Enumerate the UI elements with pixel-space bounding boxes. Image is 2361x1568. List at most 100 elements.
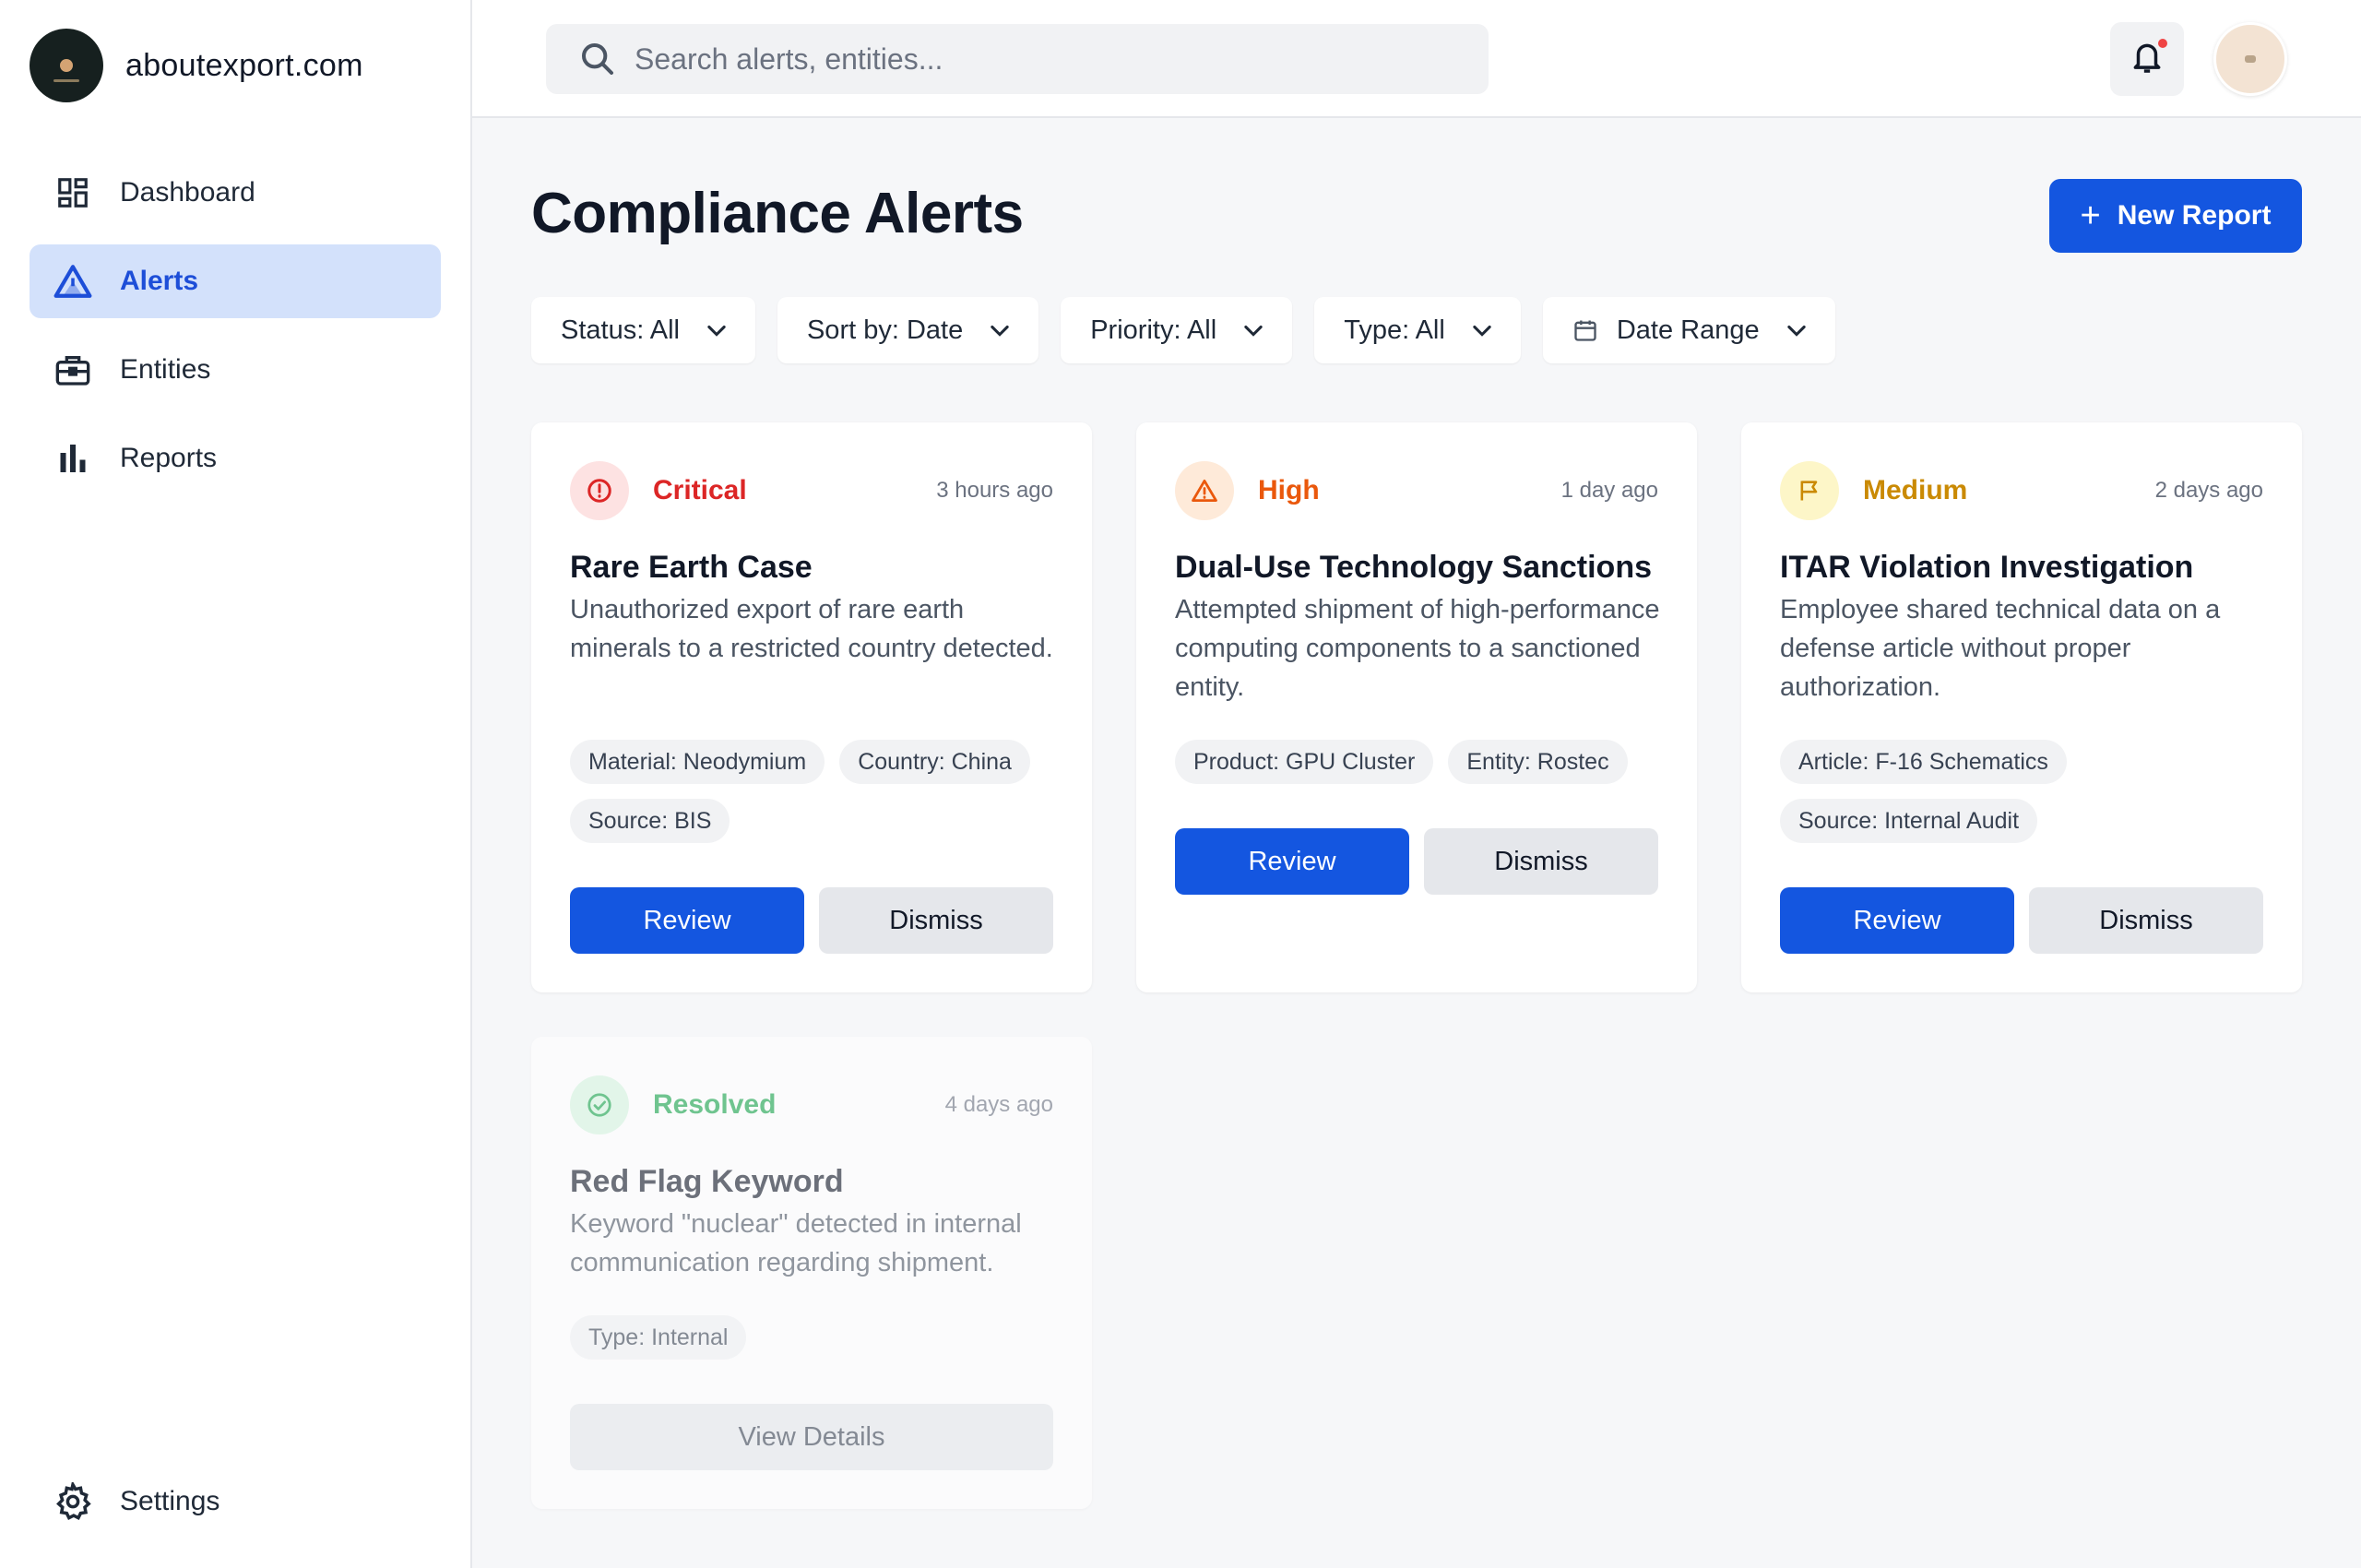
sidebar-item-entities[interactable]: Entities xyxy=(30,333,441,407)
dismiss-button[interactable]: Dismiss xyxy=(819,887,1053,954)
plus-icon: + xyxy=(2080,196,2101,235)
review-button[interactable]: Review xyxy=(1780,887,2014,954)
user-avatar[interactable] xyxy=(2213,22,2287,96)
type-filter[interactable]: Type: All xyxy=(1314,297,1521,363)
review-button[interactable]: Review xyxy=(570,887,804,954)
chevron-down-icon xyxy=(707,325,726,337)
notifications-button[interactable] xyxy=(2110,22,2184,96)
warning-triangle-icon xyxy=(1175,461,1234,520)
severity-indicator: Resolved xyxy=(570,1075,776,1134)
alert-actions: Review Dismiss xyxy=(1780,887,2263,954)
tag: Type: Internal xyxy=(570,1315,747,1360)
alert-title: Dual-Use Technology Sanctions xyxy=(1175,550,1653,585)
tag: Source: Internal Audit xyxy=(1780,799,2038,843)
flag-icon xyxy=(1780,461,1839,520)
search-input[interactable] xyxy=(635,42,1446,77)
chevron-down-icon xyxy=(1786,325,1806,337)
sidebar-item-settings[interactable]: Settings xyxy=(30,1465,441,1538)
severity-indicator: Medium xyxy=(1780,461,1967,520)
new-report-button[interactable]: + New Report xyxy=(2049,179,2302,253)
view-details-button[interactable]: View Details xyxy=(570,1404,1053,1470)
gear-icon xyxy=(53,1482,92,1521)
settings-section: Settings xyxy=(30,1465,441,1553)
tag: Article: F-16 Schematics xyxy=(1780,740,2067,784)
tag: Product: GPU Cluster xyxy=(1175,740,1434,784)
alert-actions: Review Dismiss xyxy=(1175,828,1658,895)
chevron-down-icon xyxy=(1244,325,1263,337)
brand[interactable]: aboutexport.com xyxy=(30,29,363,102)
sidebar-item-label: Reports xyxy=(120,443,218,473)
alert-card-medium: Medium 2 days ago ITAR Violation Investi… xyxy=(1741,422,2302,992)
severity-label: Critical xyxy=(653,475,747,505)
alert-description: Attempted shipment of high-performance c… xyxy=(1175,595,1660,702)
sidebar-item-reports[interactable]: Reports xyxy=(30,422,441,495)
review-button[interactable]: Review xyxy=(1175,828,1409,895)
tag: Country: China xyxy=(839,740,1030,784)
alert-card-resolved: Resolved 4 days ago Red Flag Keyword Key… xyxy=(531,1037,1092,1509)
company-logo xyxy=(30,29,103,102)
alert-circle-icon xyxy=(570,461,629,520)
alert-time: 2 days ago xyxy=(2154,478,2263,503)
alert-tags: Article: F-16 Schematics Source: Interna… xyxy=(1780,740,2278,858)
dismiss-button[interactable]: Dismiss xyxy=(1424,828,1658,895)
sidebar-nav: Dashboard Alerts Entities Reports xyxy=(30,156,441,510)
date-range-label: Date Range xyxy=(1616,315,1760,345)
severity-label: Resolved xyxy=(653,1089,777,1120)
severity-label: Medium xyxy=(1863,475,1968,505)
sidebar: aboutexport.com Dashboard Alerts Entitie… xyxy=(0,0,472,1568)
alert-time: 4 days ago xyxy=(944,1092,1053,1117)
search-box[interactable] xyxy=(546,24,1489,94)
tag: Entity: Rostec xyxy=(1448,740,1628,784)
sidebar-item-dashboard[interactable]: Dashboard xyxy=(30,156,441,230)
alert-actions: Review Dismiss xyxy=(570,887,1053,954)
dismiss-button[interactable]: Dismiss xyxy=(2029,887,2263,954)
alert-actions: View Details xyxy=(570,1404,1053,1470)
calendar-icon xyxy=(1574,320,1596,341)
type-filter-label: Type: All xyxy=(1344,315,1445,345)
check-circle-icon xyxy=(570,1075,629,1134)
alert-title: Rare Earth Case xyxy=(570,550,813,585)
status-filter-label: Status: All xyxy=(561,315,680,345)
alert-tags: Product: GPU Cluster Entity: Rostec xyxy=(1175,740,1673,799)
filter-bar: Status: All Sort by: Date Priority: All … xyxy=(531,297,1857,363)
alert-title: ITAR Violation Investigation xyxy=(1780,550,2194,585)
alert-description: Unauthorized export of rare earth minera… xyxy=(570,595,1053,663)
alert-description: Keyword "nuclear" detected in internal c… xyxy=(570,1209,1022,1277)
dashboard-icon xyxy=(53,173,92,212)
severity-indicator: High xyxy=(1175,461,1320,520)
alert-triangle-icon xyxy=(53,262,92,301)
chevron-down-icon xyxy=(991,325,1009,337)
briefcase-icon xyxy=(53,350,92,389)
sort-filter[interactable]: Sort by: Date xyxy=(777,297,1039,363)
bar-chart-icon xyxy=(53,439,92,478)
sidebar-item-label: Entities xyxy=(120,354,211,385)
priority-filter-label: Priority: All xyxy=(1090,315,1217,345)
priority-filter[interactable]: Priority: All xyxy=(1061,297,1293,363)
alert-tags: Material: Neodymium Country: China Sourc… xyxy=(570,740,1068,858)
sort-filter-label: Sort by: Date xyxy=(806,315,964,345)
severity-indicator: Critical xyxy=(570,461,747,520)
severity-label: High xyxy=(1258,475,1320,505)
page-title: Compliance Alerts xyxy=(531,182,1024,245)
date-range-filter[interactable]: Date Range xyxy=(1542,297,1835,363)
alert-card-critical: Critical 3 hours ago Rare Earth Case Una… xyxy=(531,422,1092,992)
top-bar xyxy=(472,0,2361,118)
search-icon xyxy=(579,41,616,77)
alert-time: 3 hours ago xyxy=(936,478,1053,503)
status-filter[interactable]: Status: All xyxy=(531,297,755,363)
chevron-down-icon xyxy=(1473,325,1491,337)
sidebar-item-label: Settings xyxy=(120,1486,220,1516)
alert-time: 1 day ago xyxy=(1560,478,1658,503)
sidebar-item-label: Dashboard xyxy=(120,177,255,208)
notification-dot xyxy=(2158,39,2167,48)
alert-title: Red Flag Keyword xyxy=(570,1164,844,1199)
tag: Source: BIS xyxy=(570,799,730,843)
sidebar-item-label: Alerts xyxy=(120,266,199,296)
alert-tags: Type: Internal xyxy=(570,1315,1068,1374)
alert-description: Employee shared technical data on a defe… xyxy=(1780,595,2221,702)
brand-name: aboutexport.com xyxy=(125,47,363,83)
alert-card-high: High 1 day ago Dual-Use Technology Sanct… xyxy=(1136,422,1697,992)
tag: Material: Neodymium xyxy=(570,740,825,784)
new-report-label: New Report xyxy=(2117,200,2272,231)
sidebar-item-alerts[interactable]: Alerts xyxy=(30,244,441,318)
